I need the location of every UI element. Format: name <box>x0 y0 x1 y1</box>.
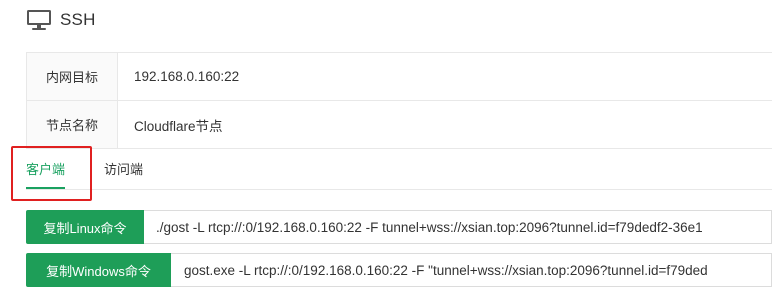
section-header: SSH <box>26 6 96 34</box>
windows-command-row: 复制Windows命令 gost.exe -L rtcp://:0/192.16… <box>26 253 772 287</box>
info-table: 内网目标 192.168.0.160:22 节点名称 Cloudflare节点 <box>26 52 772 149</box>
info-label: 节点名称 <box>27 101 118 148</box>
copy-windows-command-button[interactable]: 复制Windows命令 <box>26 253 171 287</box>
linux-command-row: 复制Linux命令 ./gost -L rtcp://:0/192.168.0.… <box>26 210 772 244</box>
info-value: 192.168.0.160:22 <box>134 69 240 84</box>
info-label: 内网目标 <box>27 53 118 100</box>
monitor-icon <box>27 10 51 30</box>
info-row-node: 节点名称 Cloudflare节点 <box>26 101 772 149</box>
windows-command-text[interactable]: gost.exe -L rtcp://:0/192.168.0.160:22 -… <box>171 253 772 287</box>
tab-label: 访问端 <box>104 162 144 177</box>
linux-command-text[interactable]: ./gost -L rtcp://:0/192.168.0.160:22 -F … <box>144 210 772 244</box>
page: SSH 内网目标 192.168.0.160:22 节点名称 Cloudflar… <box>0 0 772 293</box>
info-row-target: 内网目标 192.168.0.160:22 <box>26 53 772 101</box>
tab-bar: 客户端 访问端 <box>26 148 772 190</box>
tab-visitor[interactable]: 访问端 <box>104 148 143 189</box>
section-title: SSH <box>60 10 96 29</box>
copy-linux-command-button[interactable]: 复制Linux命令 <box>26 210 144 244</box>
info-value: Cloudflare节点 <box>134 118 223 134</box>
highlight-annotation <box>11 146 92 201</box>
